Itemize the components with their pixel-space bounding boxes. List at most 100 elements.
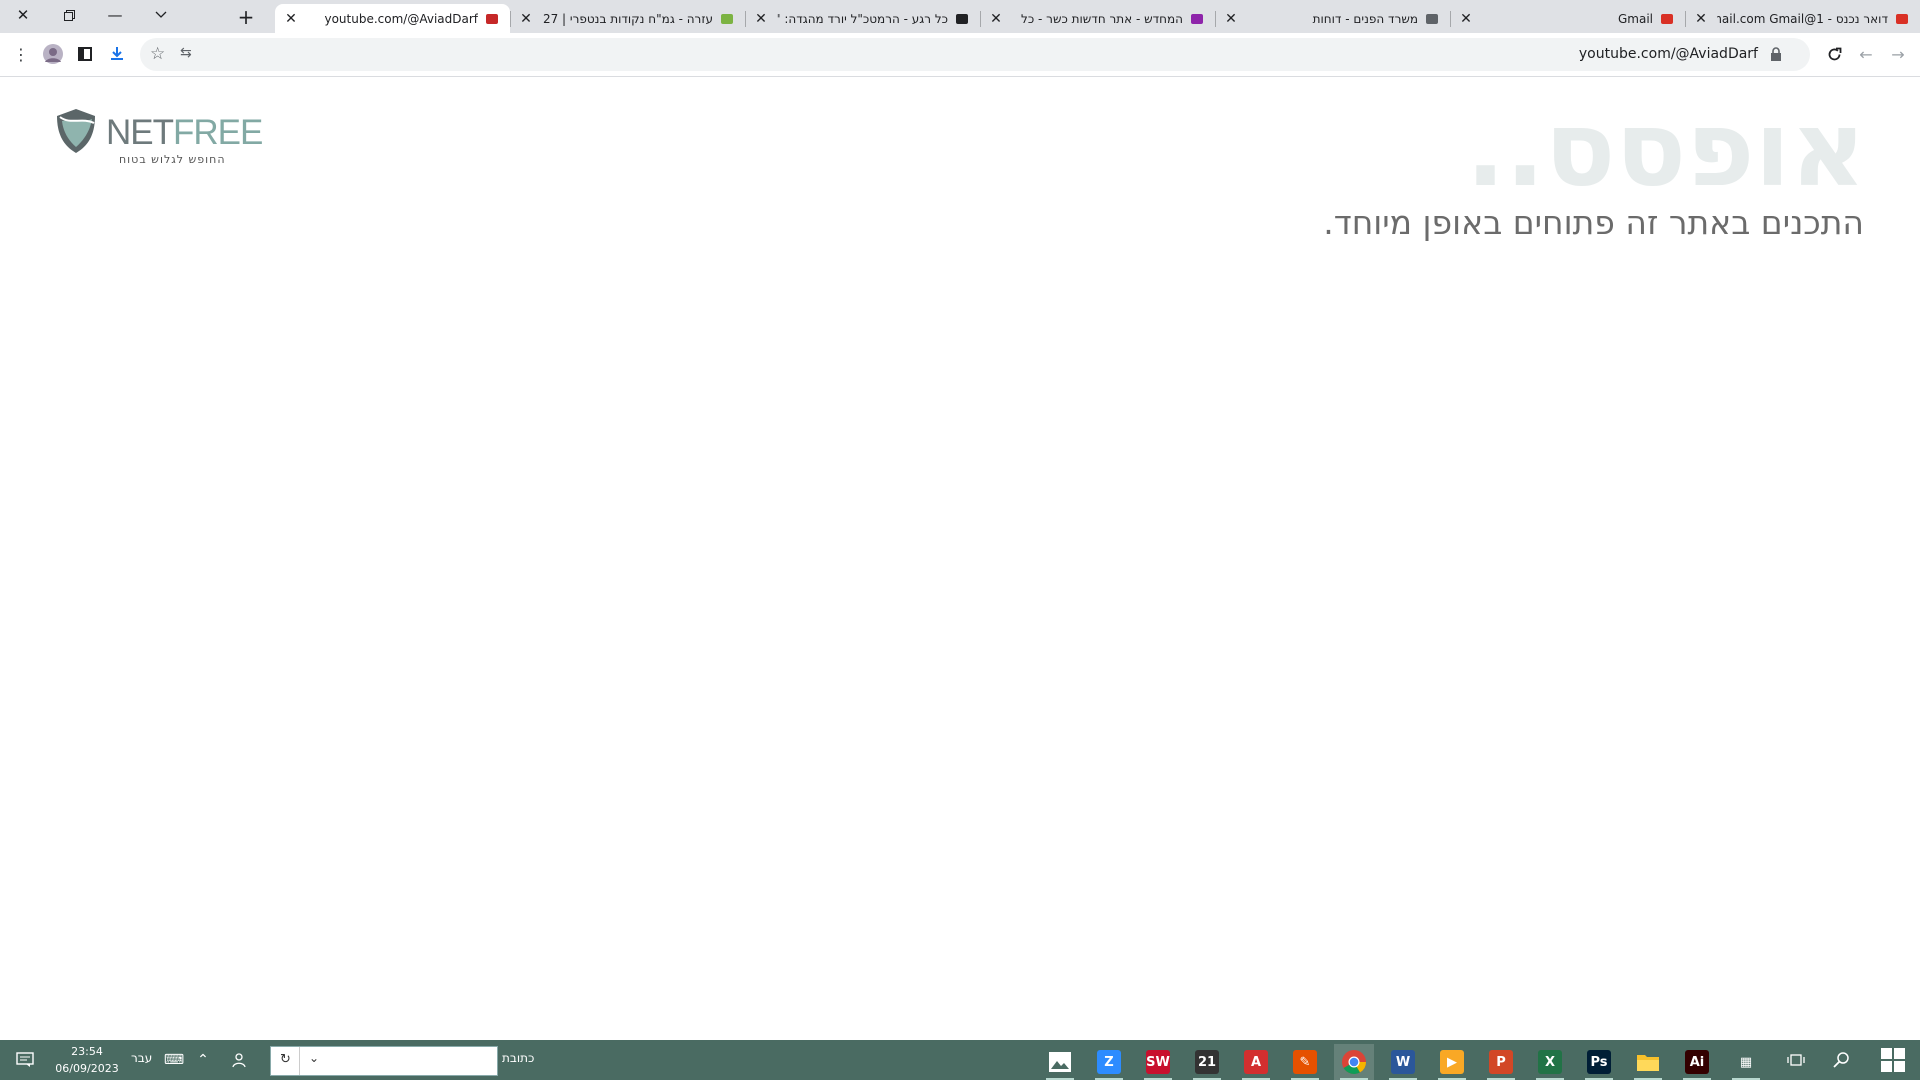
taskbar-acrobat-button[interactable]: A <box>1236 1044 1276 1080</box>
tab-0[interactable]: דואר נכנס - 1@gmail.com Gmail ✕ <box>1685 4 1920 33</box>
powerpoint-icon: P <box>1489 1050 1513 1074</box>
taskbar-media-player-button[interactable]: ▶ <box>1432 1044 1472 1080</box>
tab-6[interactable]: youtube.com/@AviadDarf ✕ <box>275 4 510 33</box>
tab-close-icon[interactable]: ✕ <box>1458 11 1474 27</box>
tab-separator <box>745 11 746 27</box>
new-tab-button[interactable]: + <box>232 3 260 31</box>
arrow-left-icon: ← <box>1859 44 1873 64</box>
reload-button[interactable] <box>1821 41 1847 67</box>
report-icon <box>1424 11 1440 27</box>
start-button[interactable] <box>1878 1045 1908 1075</box>
address-bar[interactable]: ☆ ⇆ youtube.com/@AviadDarf <box>140 38 1810 71</box>
tab-separator <box>1215 11 1216 27</box>
translate-icon[interactable]: ⇆ <box>180 45 192 61</box>
people-icon[interactable] <box>228 1049 250 1071</box>
logo-net: NET <box>106 113 174 152</box>
tab-close-icon[interactable]: ✕ <box>1223 11 1239 27</box>
taskbar-illustrator-button[interactable]: Ai <box>1677 1044 1717 1080</box>
back-button[interactable]: ← <box>1853 41 1879 67</box>
taskbar-photos-button[interactable] <box>1040 1044 1080 1080</box>
pen-app-icon: ✎ <box>1293 1050 1317 1074</box>
url-text[interactable]: youtube.com/@AviadDarf <box>1579 38 1758 71</box>
app-2021-icon: 21 <box>1195 1050 1219 1074</box>
taskbar-app-2021-button[interactable]: 21 <box>1187 1044 1227 1080</box>
excel-icon: X <box>1538 1050 1562 1074</box>
tab-2[interactable]: משרד הפנים - דוחות ✕ <box>1215 4 1450 33</box>
chrome-icon <box>1342 1050 1366 1075</box>
search-icon[interactable] <box>1830 1049 1852 1071</box>
notification-glyph <box>16 1052 34 1067</box>
forward-button[interactable]: → <box>1885 41 1911 67</box>
taskbar-pen-app-button[interactable]: ✎ <box>1285 1044 1325 1080</box>
taskbar-calculator-button[interactable]: ▦ <box>1726 1044 1766 1080</box>
refresh-icon[interactable]: ↻ <box>280 1052 291 1067</box>
language-indicator[interactable]: עבר <box>131 1051 152 1065</box>
lock-icon[interactable] <box>1768 46 1784 62</box>
tab-3[interactable]: המחדש - אתר חדשות כשר - כל ✕ <box>980 4 1215 33</box>
tab-title: youtube.com/@AviadDarf <box>324 11 478 26</box>
restore-window-button[interactable] <box>46 0 92 30</box>
minimize-window-button[interactable]: — <box>92 0 138 30</box>
avatar-icon <box>43 44 63 64</box>
gmail-icon <box>1659 11 1675 27</box>
tab-search-button[interactable] <box>138 0 184 30</box>
taskbar-powerpoint-button[interactable]: P <box>1481 1044 1521 1080</box>
notifications-icon[interactable] <box>14 1049 36 1071</box>
tab-close-icon[interactable]: ✕ <box>518 11 534 27</box>
task-view-icon[interactable] <box>1785 1049 1807 1071</box>
clock-date: 06/09/2023 <box>55 1062 119 1075</box>
taskbar-solidworks-button[interactable]: SW <box>1138 1044 1178 1080</box>
side-panel-glyph <box>78 47 92 61</box>
tab-close-icon[interactable]: ✕ <box>1693 11 1709 27</box>
taskbar-excel-button[interactable]: X <box>1530 1044 1570 1080</box>
taskbar-word-button[interactable]: W <box>1383 1044 1423 1080</box>
tab-separator <box>980 11 981 27</box>
download-icon[interactable] <box>104 41 130 67</box>
address-toolbar-label: כתובת <box>502 1051 535 1065</box>
menu-dots-icon[interactable]: ⋮ <box>8 41 34 67</box>
chevron-up-icon[interactable]: ⌃ <box>192 1049 214 1071</box>
photos-icon <box>1049 1052 1071 1072</box>
logo-wordmark: NETFREE <box>106 113 263 153</box>
arrow-right-icon: → <box>1891 44 1905 64</box>
tab-separator <box>1450 11 1451 27</box>
tab-separator <box>510 11 511 27</box>
tab-title: כל רגע - הרמטכ"ל יורד מהגדה: " <box>777 11 948 26</box>
tab-4[interactable]: כל רגע - הרמטכ"ל יורד מהגדה: " ✕ <box>745 4 980 33</box>
logo-tagline: החופש לגלוש בטוח <box>119 153 226 166</box>
taskbar-photoshop-button[interactable]: Ps <box>1579 1044 1619 1080</box>
keyboard-icon[interactable]: ⌨ <box>163 1049 185 1071</box>
chevron-down-icon[interactable]: ⌄ <box>309 1051 319 1065</box>
page-message: התכנים באתר זה פתוחים באופן מיוחד. <box>1323 203 1864 242</box>
bookmark-star-icon[interactable]: ☆ <box>150 44 165 64</box>
zoom-icon: Z <box>1097 1050 1121 1074</box>
windows-logo-icon <box>1881 1048 1905 1072</box>
tab-close-icon[interactable]: ✕ <box>283 11 299 27</box>
taskbar-chrome-button[interactable] <box>1334 1044 1374 1080</box>
illustrator-icon: Ai <box>1685 1050 1709 1074</box>
help-icon <box>719 11 735 27</box>
news-icon <box>954 11 970 27</box>
close-window-button[interactable]: ✕ <box>0 0 46 30</box>
clock[interactable]: 23:54 06/09/2023 <box>52 1043 122 1077</box>
media-player-icon: ▶ <box>1440 1050 1464 1074</box>
tab-title: עזרה - גמ"ח נקודות בנטפרי | 27 <box>542 11 713 26</box>
side-panel-icon[interactable] <box>72 41 98 67</box>
page-content: NETFREE החופש לגלוש בטוח אופסס.. התכנים … <box>0 77 1920 1040</box>
netfree-shield-icon <box>484 11 500 27</box>
tab-close-icon[interactable]: ✕ <box>753 11 769 27</box>
taskbar-address-input[interactable]: ↻ ⌄ <box>270 1046 498 1076</box>
tab-1[interactable]: Gmail ✕ <box>1450 4 1685 33</box>
task-view-glyph <box>1787 1054 1805 1066</box>
taskbar-file-explorer-button[interactable] <box>1628 1044 1668 1080</box>
tab-5[interactable]: עזרה - גמ"ח נקודות בנטפרי | 27 ✕ <box>510 4 745 33</box>
tab-close-icon[interactable]: ✕ <box>988 11 1004 27</box>
acrobat-icon: A <box>1244 1050 1268 1074</box>
people-glyph <box>232 1053 246 1068</box>
search-glyph <box>1833 1052 1849 1068</box>
file-explorer-icon <box>1637 1055 1659 1071</box>
calculator-icon: ▦ <box>1734 1050 1758 1074</box>
profile-avatar[interactable] <box>40 41 66 67</box>
taskbar-zoom-button[interactable]: Z <box>1089 1044 1129 1080</box>
tab-title: Gmail <box>1617 11 1653 26</box>
